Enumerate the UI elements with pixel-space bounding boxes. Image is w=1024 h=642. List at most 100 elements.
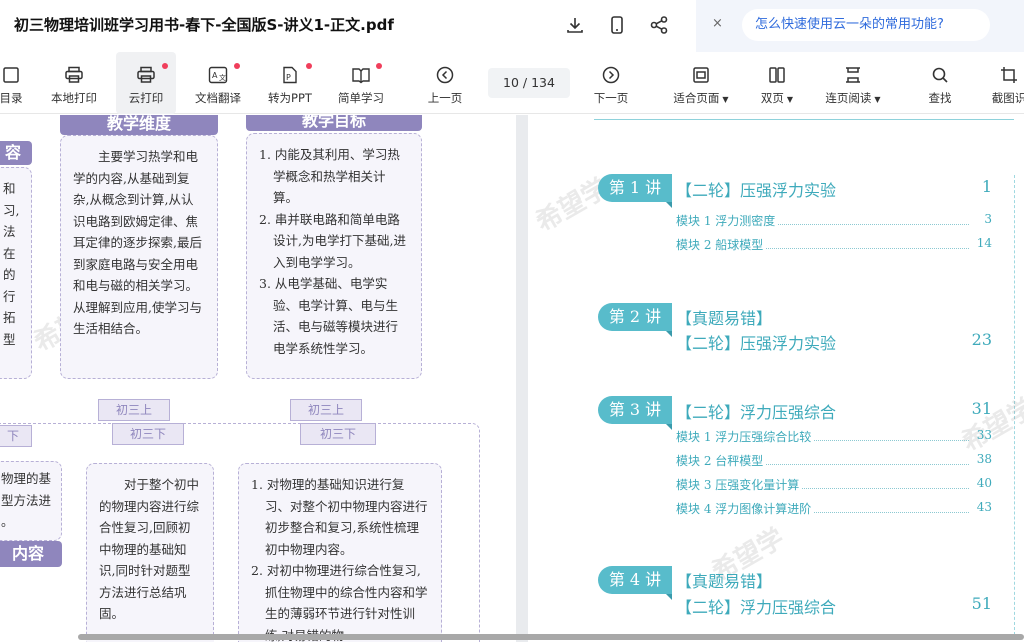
lecture-title[interactable]: 【真题易错】 — [676, 568, 772, 592]
module-label: 模块 2 船球模型 — [676, 238, 764, 252]
fit-page-dropdown[interactable]: 适合页面 ▼ — [664, 52, 738, 114]
screenshot-label: 截图识 — [991, 91, 1024, 105]
stub-line: 习, — [3, 202, 20, 218]
content-tab: 内容 — [0, 541, 62, 567]
teaching-goal-card: 1. 内能及其利用、学习热学概念和热学相关计算。 2. 串并联电路和简单电路设计… — [246, 133, 422, 379]
double-page-label: 双页 — [760, 91, 784, 105]
leader-dots — [766, 236, 969, 249]
close-icon[interactable]: × — [712, 16, 723, 31]
prev-page-label: 上一页 — [427, 91, 463, 105]
chevron-right-icon — [602, 65, 620, 85]
module-entry[interactable]: 模块 2 船球模型 14 — [676, 236, 992, 253]
share-icon[interactable] — [646, 12, 672, 38]
stub-line: 在 — [3, 245, 16, 261]
goal-item: 1. 内能及其利用、学习热学概念和热学相关计算。 — [259, 147, 400, 205]
review-goal-list: 1. 对物理的基础知识进行复习、对整个初中物理内容进行初步整合和复习,系统性梳理… — [251, 474, 429, 642]
stub-line: 行 — [3, 288, 16, 304]
svg-text:A: A — [212, 71, 218, 80]
find-label: 查找 — [928, 91, 952, 105]
to-ppt-button[interactable]: P 转为PPT — [260, 52, 320, 114]
new-badge-dot — [234, 63, 240, 69]
translate-button[interactable]: A文 文档翻译 — [188, 52, 248, 114]
svg-text:文: 文 — [219, 73, 226, 82]
simple-study-label: 简单学习 — [338, 91, 384, 105]
goal-item: 2. 串并联电路和简单电路设计,为电学打下基础,进入到电学学习。 — [259, 211, 406, 270]
horizontal-scrollbar[interactable] — [78, 634, 1024, 640]
lecture-page-number: 1 — [981, 177, 992, 196]
lecture-page-number: 23 — [971, 330, 992, 349]
lecture-badge: 第 4 讲 — [598, 566, 672, 600]
next-page-label: 下一页 — [593, 91, 629, 105]
continuous-reading-icon — [844, 65, 862, 85]
new-badge-dot — [376, 63, 382, 69]
svg-text:P: P — [286, 73, 291, 82]
grade-ribbon: 初三上 — [98, 399, 170, 421]
review-card: 对于整个初中的物理内容进行综合性复习,回顾初中物理的基础知识,同时针对题型方法进… — [86, 463, 214, 642]
lecture-title[interactable]: 【真题易错】 — [676, 305, 772, 329]
stub-line: 型 — [3, 331, 16, 347]
toolbar: 目录 本地打印 云打印 A文 文档翻译 P 转为PPT 简单学习 上一页 10 … — [0, 52, 1024, 114]
translate-label: 文档翻译 — [195, 91, 241, 105]
lecture-subtitle[interactable]: 【二轮】压强浮力实验 — [676, 330, 836, 354]
module-entry[interactable]: 模块 1 浮力压强综合比较 33 — [676, 428, 992, 445]
local-print-button[interactable]: 本地打印 — [44, 52, 104, 114]
lecture-title[interactable]: 【二轮】压强浮力实验 — [676, 177, 836, 201]
module-label: 模块 1 浮力压强综合比较 — [676, 430, 812, 444]
right-page-toc: 希望学 希望学 希望学 第 1 讲 【二轮】压强浮力实验 1 模块 1 浮力测密… — [528, 115, 1024, 642]
prev-page-button[interactable]: 上一页 — [418, 52, 472, 114]
cloud-print-button[interactable]: 云打印 — [116, 52, 176, 114]
document-viewer[interactable]: 希望学 希望学 教学维度 教学目标 容 和 习, 法 在 的 行 拓 型 主要学… — [0, 115, 1024, 642]
lecture-page-number: 51 — [971, 594, 992, 613]
stub-line: 的 — [3, 267, 16, 282]
fit-page-icon — [692, 65, 710, 85]
divider — [594, 119, 1014, 120]
cloud-printer-icon — [136, 65, 156, 85]
stub-line: 。 — [1, 514, 14, 529]
find-button[interactable]: 查找 — [916, 52, 964, 114]
simple-study-button[interactable]: 简单学习 — [332, 52, 390, 114]
translate-icon: A文 — [208, 65, 228, 85]
next-page-button[interactable]: 下一页 — [584, 52, 638, 114]
module-entry[interactable]: 模块 3 压强变化量计算 40 — [676, 476, 992, 493]
catalog-button[interactable]: 目录 — [0, 52, 28, 114]
stub-line: 法 — [3, 224, 16, 239]
leader-dots — [814, 428, 969, 441]
stub-line: 拓 — [3, 310, 16, 325]
module-page-number: 43 — [976, 500, 992, 514]
chevron-down-icon: ▼ — [786, 95, 794, 104]
content-tab: 容 — [0, 141, 32, 165]
lecture-badge: 第 2 讲 — [598, 303, 672, 337]
teaching-goal-tab: 教学目标 — [246, 115, 422, 131]
chevron-left-icon — [436, 65, 454, 85]
stub-line: 物理的基 — [1, 471, 52, 486]
phone-icon[interactable] — [604, 12, 630, 38]
leader-dots — [802, 476, 969, 489]
catalog-label: 目录 — [0, 91, 23, 105]
local-print-label: 本地打印 — [51, 91, 97, 105]
module-label: 模块 4 浮力图像计算进阶 — [676, 502, 812, 516]
module-entry[interactable]: 模块 1 浮力测密度 3 — [676, 212, 992, 229]
chevron-down-icon: ▼ — [874, 95, 881, 104]
ai-suggestion-button[interactable]: 怎么快速使用云一朵的常用功能? — [742, 9, 990, 41]
review-stub-card: 物理的基 型方法进 。 — [0, 461, 62, 541]
new-badge-dot — [306, 63, 312, 69]
lecture-title[interactable]: 【二轮】浮力压强综合 — [676, 399, 836, 423]
continuous-reading-dropdown[interactable]: 连页阅读 ▼ — [816, 52, 890, 114]
module-label: 模块 3 压强变化量计算 — [676, 478, 800, 492]
page-indicator[interactable]: 10 / 134 — [488, 68, 570, 98]
teaching-goal-list: 1. 内能及其利用、学习热学概念和热学相关计算。 2. 串并联电路和简单电路设计… — [259, 144, 409, 359]
module-entry[interactable]: 模块 4 浮力图像计算进阶 43 — [676, 500, 992, 517]
module-page-number: 38 — [976, 452, 992, 466]
double-page-icon — [768, 65, 786, 85]
screenshot-button[interactable]: 截图识 — [984, 52, 1024, 114]
download-icon[interactable] — [562, 12, 588, 38]
lecture-badge: 第 3 讲 — [598, 396, 672, 430]
module-entry[interactable]: 模块 2 台秤模型 38 — [676, 452, 992, 469]
double-page-dropdown[interactable]: 双页 ▼ — [752, 52, 802, 114]
left-page: 希望学 希望学 教学维度 教学目标 容 和 习, 法 在 的 行 拓 型 主要学… — [0, 115, 516, 642]
lecture-subtitle[interactable]: 【二轮】浮力压强综合 — [676, 594, 836, 618]
review-text: 对于整个初中的物理内容进行综合性复习,回顾初中物理的基础知识,同时针对题型方法进… — [99, 477, 200, 621]
module-page-number: 33 — [976, 428, 992, 442]
search-icon — [931, 65, 949, 85]
goal-item: 1. 对物理的基础知识进行复习、对整个初中物理内容进行初步整合和复习,系统性梳理… — [251, 477, 428, 557]
